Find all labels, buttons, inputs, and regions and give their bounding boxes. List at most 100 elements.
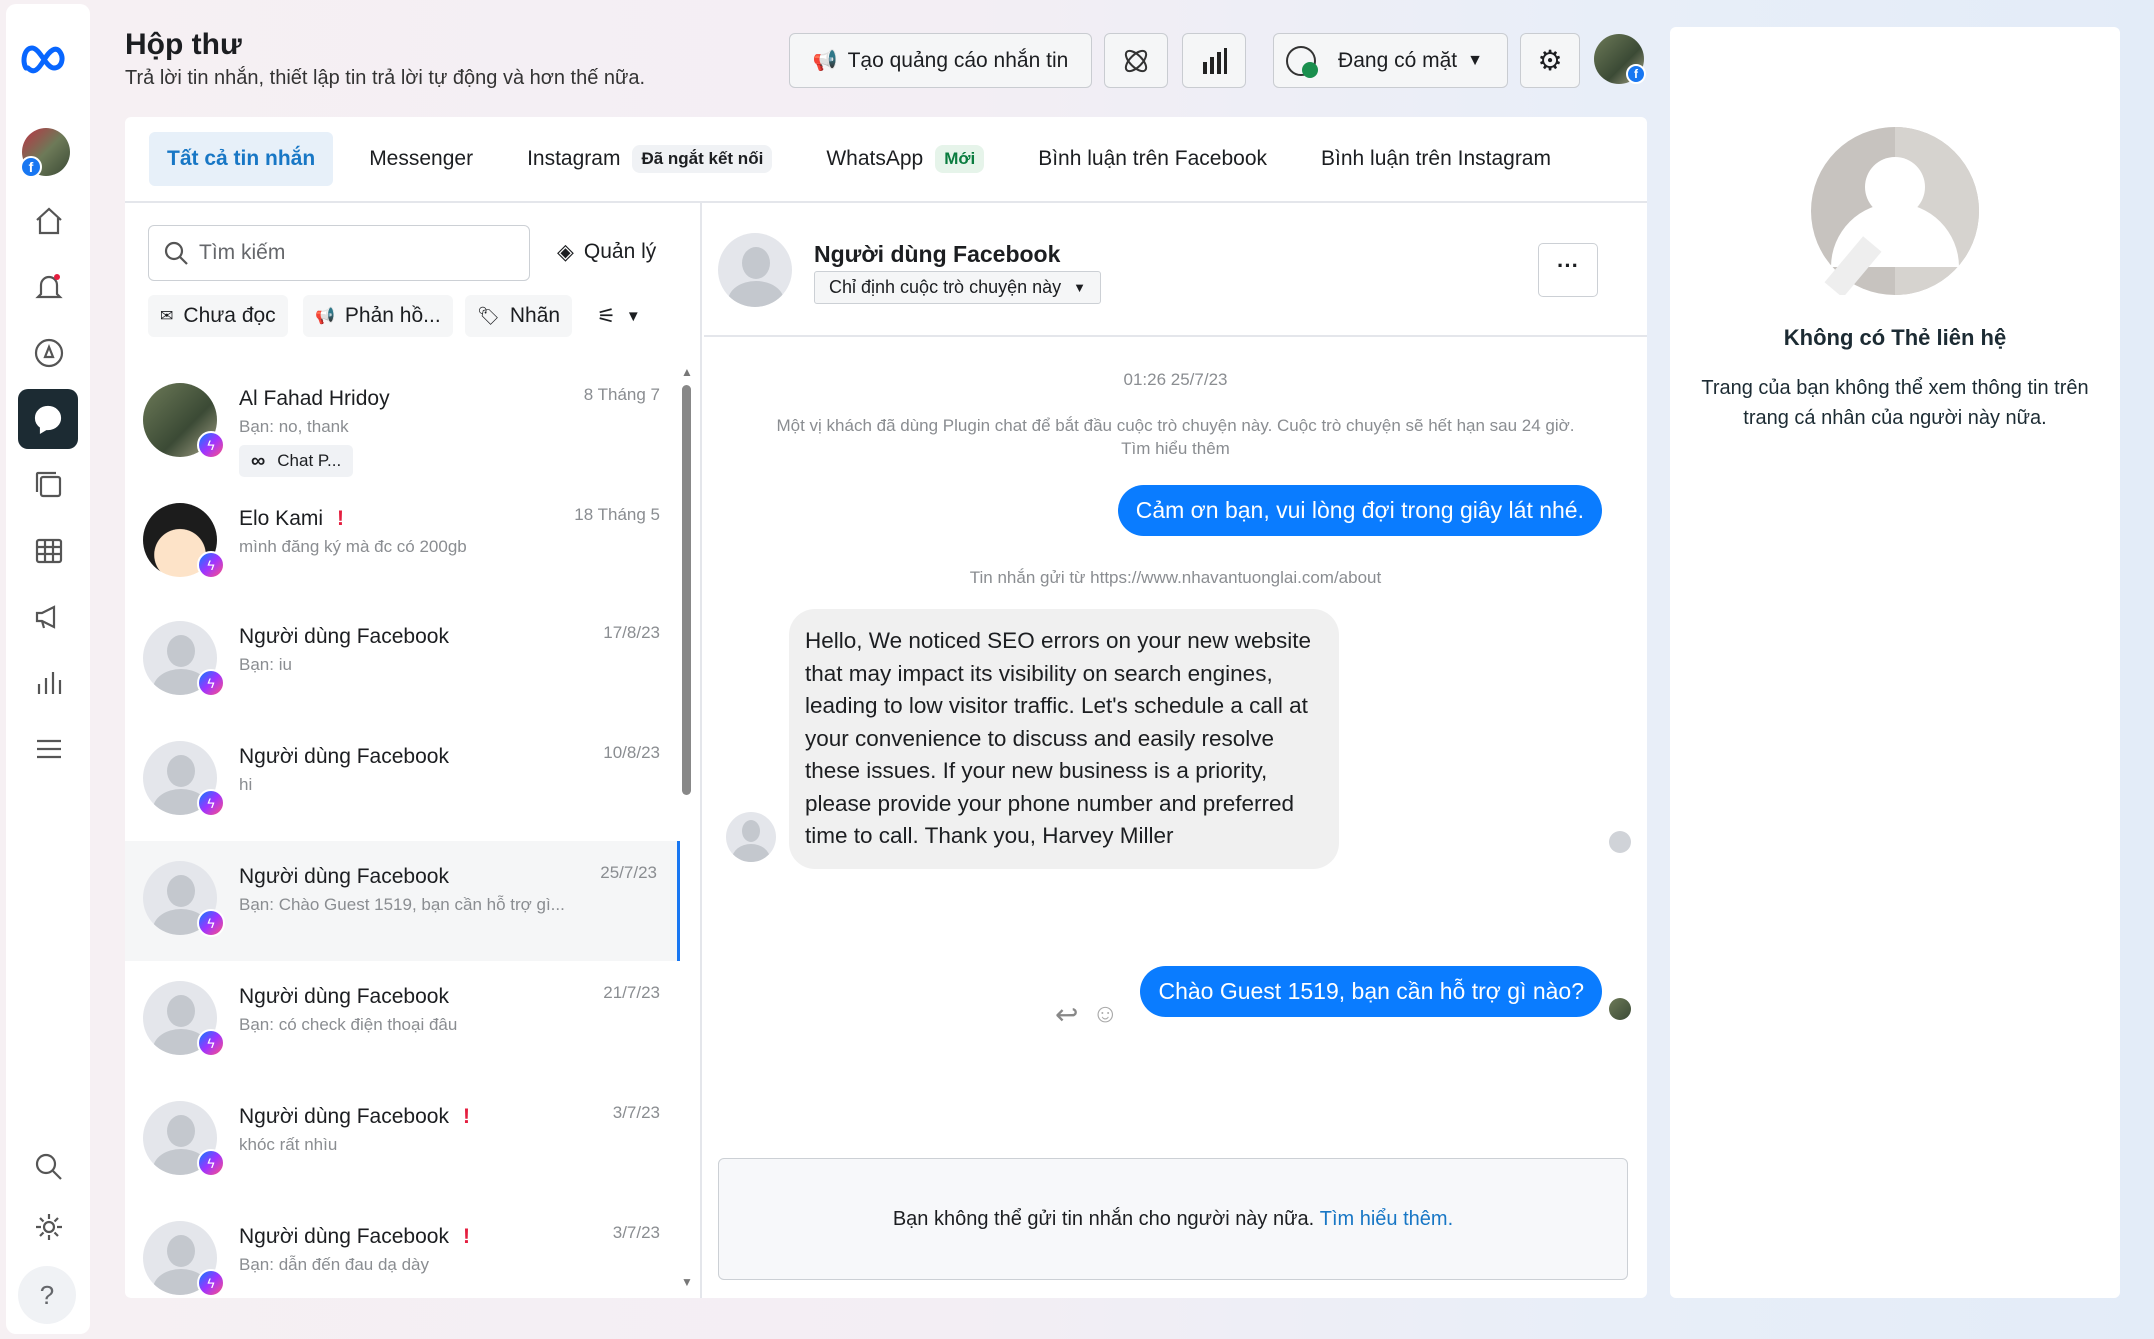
contact-name-text: Người dùng Facebook — [239, 1105, 449, 1128]
message-source: Tin nhắn gửi từ https://www.nhavantuongl… — [969, 568, 1382, 587]
conversation-list-item[interactable]: ϟ Người dùng Facebook Bạn: Chào Guest 1519… — [125, 841, 680, 961]
sidebar-search-button[interactable] — [28, 1146, 70, 1188]
tab-1[interactable]: Messenger — [351, 132, 491, 186]
learn-more-link[interactable]: Tìm hiểu thêm. — [1320, 1208, 1453, 1231]
bell-icon — [35, 274, 63, 299]
meta-logo-icon[interactable] — [20, 42, 76, 74]
alert-icon: ! — [462, 1225, 470, 1248]
sidebar-content-button[interactable] — [28, 464, 70, 506]
help-button[interactable]: ? — [18, 1266, 76, 1324]
insights-button[interactable] — [1182, 33, 1246, 88]
message-preview: Bạn: iu — [239, 655, 292, 674]
filter-replies[interactable]: 📢 Phản hồ... — [303, 295, 453, 337]
tab-2[interactable]: Instagram Đã ngắt kết nối — [509, 132, 790, 186]
label-tag[interactable]: ∞ Chat P... — [239, 445, 354, 477]
tab-badge: Đã ngắt kết nối — [632, 145, 773, 173]
tag-icon: 🏷 — [477, 305, 500, 326]
scroll-down-arrow[interactable]: ▼ — [681, 1275, 693, 1289]
filter-labels[interactable]: 🏷 Nhãn — [465, 295, 573, 337]
more-options-button[interactable]: ··· — [1538, 243, 1598, 297]
conversation-list-item[interactable]: ϟ Người dùng Facebook Bạn: iu 17/8/23 — [125, 601, 680, 721]
contact-name-text: Người dùng Facebook — [239, 985, 449, 1008]
sidebar-menu-button[interactable] — [28, 728, 70, 770]
message-timestamp: 01:26 25/7/23 — [1123, 370, 1228, 389]
message-date: 8 Tháng 7 — [583, 385, 660, 404]
sidebar-inbox-button[interactable] — [18, 389, 78, 449]
tab-badge: Mới — [935, 145, 985, 173]
create-ad-label: Tạo quảng cáo nhắn tin — [847, 48, 1069, 72]
sidebar-bar-chart-button[interactable] — [28, 662, 70, 704]
chevron-down-icon: ▼ — [625, 307, 641, 325]
sidebar-megaphone-button[interactable] — [28, 596, 70, 638]
tab-4[interactable]: Bình luận trên Facebook — [1020, 132, 1285, 186]
search-input[interactable]: Tìm kiếm — [148, 225, 530, 281]
conversation-list-item[interactable]: ϟ Al Fahad Hridoy Bạn: no, thank 8 Tháng 7 ∞… — [125, 363, 680, 483]
conversation-list-item[interactable]: ϟ Người dùng Facebook! khóc rất nhìu 3/7/23 — [125, 1081, 680, 1201]
message-preview: khóc rất nhìu — [239, 1135, 338, 1154]
conversation-list-item[interactable]: ϟ Người dùng Facebook! Bạn: dẫn đến đau dạ… — [125, 1201, 680, 1321]
alert-icon: ! — [337, 507, 345, 530]
contact-name: Người dùng Facebook — [239, 865, 449, 889]
contact-name: Người dùng Facebook — [239, 745, 449, 769]
tab-3[interactable]: WhatsApp Mới — [808, 132, 1002, 186]
assign-conversation-dropdown[interactable]: Chỉ định cuộc trò chuyện này ▼ — [814, 271, 1102, 304]
assign-label: Chỉ định cuộc trò chuyện này — [829, 277, 1062, 297]
atom-icon — [1124, 49, 1148, 72]
sidebar-bell-button[interactable] — [28, 266, 70, 308]
message-date: 18 Tháng 5 — [574, 505, 660, 524]
contact-avatar[interactable] — [718, 233, 792, 307]
seen-indicator-avatar — [1609, 998, 1631, 1020]
filter-settings-button[interactable]: ⚟ ▼ — [585, 295, 653, 337]
messenger-icon: ϟ — [197, 431, 225, 459]
sidebar-table-button[interactable] — [28, 530, 70, 572]
clock-icon — [1286, 46, 1318, 78]
plugin-notice-text: Một vị khách đã dùng Plugin chat để bắt … — [776, 416, 1575, 435]
meta-icon: ∞ — [251, 449, 266, 472]
learn-more-link[interactable]: Tìm hiểu thêm — [1121, 439, 1230, 458]
scroll-up-arrow[interactable]: ▲ — [681, 365, 693, 379]
conversation-header: Người dùng Facebook Chỉ định cuộc trò ch… — [704, 203, 1647, 337]
tab-0[interactable]: Tất cả tin nhắn — [149, 132, 334, 186]
message-preview: hi — [239, 775, 253, 794]
home-icon — [36, 207, 62, 235]
contact-name: Người dùng Facebook — [239, 625, 449, 649]
contact-name[interactable]: Người dùng Facebook — [814, 241, 1060, 268]
availability-status-dropdown[interactable]: Đang có mặt ▼ — [1273, 33, 1508, 88]
message-preview: Bạn: no, thank — [239, 417, 349, 436]
tab-5[interactable]: Bình luận trên Instagram — [1303, 132, 1569, 186]
integrations-button[interactable] — [1104, 33, 1168, 88]
conversation-list-item[interactable]: ϟ Người dùng Facebook hi 10/8/23 — [125, 721, 680, 841]
create-message-ad-button[interactable]: 📢 Tạo quảng cáo nhắn tin — [789, 33, 1092, 88]
message-preview: Bạn: dẫn đến đau dạ dày — [239, 1255, 429, 1274]
manage-button[interactable]: ◈ Quản lý — [557, 239, 656, 265]
gear-icon — [36, 1214, 62, 1240]
conversation-list: ϟ Al Fahad Hridoy Bạn: no, thank 8 Tháng 7 ∞… — [125, 363, 680, 1321]
composer-note: Bạn không thể gửi tin nhắn cho người này… — [892, 1207, 1315, 1230]
content-icon — [35, 471, 62, 498]
filter-unread[interactable]: ✉ Chưa đọc — [148, 295, 288, 337]
list-scrollbar[interactable] — [682, 385, 691, 795]
conversation-list-item[interactable]: ϟ Người dùng Facebook Bạn: có check điện t… — [125, 961, 680, 1081]
contact-name-text: Người dùng Facebook — [239, 1225, 449, 1248]
sidebar-gear-button[interactable] — [28, 1206, 70, 1248]
message-preview: Bạn: Chào Guest 1519, bạn cần hỗ trợ gì.… — [239, 895, 565, 914]
manage-label: Quản lý — [583, 240, 657, 263]
page-avatar[interactable]: f — [20, 128, 70, 178]
emoji-reaction-icon[interactable]: ☺ — [1092, 998, 1119, 1029]
reply-icon[interactable]: ↩ — [1055, 998, 1078, 1031]
search-icon — [164, 241, 188, 265]
account-avatar[interactable]: f — [1594, 34, 1646, 84]
message-date: 3/7/23 — [612, 1223, 660, 1242]
compass-icon — [34, 338, 64, 368]
settings-button[interactable]: ⚙ — [1520, 33, 1580, 88]
status-label: Đang có mặt — [1338, 48, 1458, 72]
tab-label: WhatsApp — [826, 147, 924, 170]
messenger-icon: ϟ — [197, 1149, 225, 1177]
chevron-down-icon: ▼ — [1073, 280, 1087, 295]
filter-label: Chưa đọc — [183, 304, 276, 327]
sidebar-compass-button[interactable] — [28, 332, 70, 374]
tab-label: Tất cả tin nhắn — [167, 147, 316, 170]
left-nav-sidebar: f ? — [6, 4, 90, 1334]
conversation-list-item[interactable]: ϟ Elo Kami! mình đăng ký mà đc có 200gb 18 … — [125, 483, 680, 601]
sidebar-home-button[interactable] — [28, 200, 70, 242]
